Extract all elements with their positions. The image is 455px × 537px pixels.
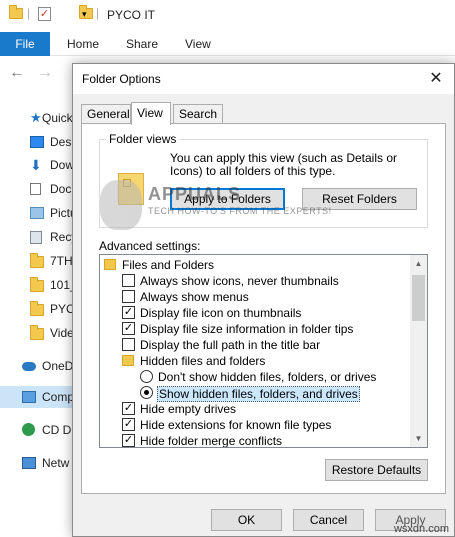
advanced-settings-list[interactable]: Files and Folders Always show icons, nev… bbox=[99, 254, 428, 448]
radio-button-selected[interactable] bbox=[140, 386, 153, 399]
folder-options-dialog: Folder Options ✕ General View Search Fol… bbox=[72, 63, 455, 537]
nav-item-folder-7th[interactable]: 7TH bbox=[0, 250, 80, 272]
cd-drive-icon bbox=[22, 423, 35, 436]
folder-views-group: Folder views You can apply this view (su… bbox=[99, 132, 428, 228]
nav-item-desktop[interactable]: Desk bbox=[0, 131, 80, 153]
nav-item-folder-pyco[interactable]: PYCO bbox=[0, 298, 80, 320]
view-tab-panel: Folder views You can apply this view (su… bbox=[81, 123, 446, 494]
close-icon[interactable]: ✕ bbox=[424, 67, 448, 91]
window-title: PYCO IT bbox=[107, 8, 156, 22]
nav-item-pictures[interactable]: Pictu bbox=[0, 202, 80, 224]
nav-item-documents[interactable]: Doc bbox=[0, 178, 80, 200]
document-icon bbox=[30, 183, 41, 195]
network-icon bbox=[22, 457, 36, 469]
ribbon-tab-share[interactable]: Share bbox=[126, 32, 158, 56]
apply-to-folders-button[interactable]: Apply to Folders bbox=[170, 188, 285, 210]
checkbox[interactable] bbox=[122, 290, 135, 303]
advanced-settings-label: Advanced settings: bbox=[99, 239, 201, 253]
checkbox-checked[interactable]: ✓ bbox=[122, 322, 135, 335]
computer-icon bbox=[22, 391, 36, 403]
navigation-pane: ★ Quick Desk ⬇ Dow Doc Pictu Recy 7TH 10… bbox=[0, 90, 80, 537]
folder-icon bbox=[122, 355, 134, 366]
nav-item-onedrive[interactable]: OneD bbox=[0, 355, 80, 377]
folder-icon bbox=[30, 277, 44, 292]
quick-access-dropdown-icon[interactable]: ▾ bbox=[82, 9, 87, 20]
checkbox[interactable] bbox=[122, 274, 135, 287]
vertical-scrollbar[interactable]: ▲ ▼ bbox=[410, 255, 427, 447]
onedrive-cloud-icon bbox=[22, 362, 36, 371]
folder-icon bbox=[30, 253, 44, 268]
nav-item-recycle-bin[interactable]: Recy bbox=[0, 226, 80, 248]
folder-icon bbox=[30, 301, 44, 316]
properties-check-icon[interactable]: ✓ bbox=[38, 7, 51, 21]
radio-button[interactable] bbox=[140, 370, 153, 383]
recycle-bin-icon bbox=[30, 231, 42, 244]
folder-views-label: Folder views bbox=[106, 132, 180, 146]
cancel-button[interactable]: Cancel bbox=[293, 509, 364, 531]
checkbox-checked[interactable]: ✓ bbox=[122, 434, 135, 447]
ribbon-tab-home[interactable]: Home bbox=[67, 32, 99, 56]
back-arrow-icon[interactable]: ← bbox=[9, 64, 25, 82]
scrollbar-thumb[interactable] bbox=[412, 275, 425, 321]
ok-button[interactable]: OK bbox=[211, 509, 282, 531]
restore-defaults-button[interactable]: Restore Defaults bbox=[325, 459, 428, 481]
nav-item-computer[interactable]: Comp bbox=[0, 386, 80, 408]
dialog-title: Folder Options bbox=[82, 72, 161, 86]
nav-item-cd-drive[interactable]: CD Dr bbox=[0, 419, 80, 441]
checkbox-checked[interactable]: ✓ bbox=[122, 418, 135, 431]
ribbon-tabs: File Home Share View bbox=[0, 32, 455, 56]
folder-icon bbox=[30, 325, 44, 340]
scroll-up-arrow-icon[interactable]: ▲ bbox=[410, 255, 427, 272]
nav-item-quick-access[interactable]: ★ Quick bbox=[0, 107, 80, 129]
ribbon-tab-file[interactable]: File bbox=[0, 32, 50, 56]
separator: | bbox=[96, 6, 100, 20]
desktop-icon bbox=[30, 136, 44, 148]
nav-item-folder-101[interactable]: 101_ bbox=[0, 274, 80, 296]
separator: | bbox=[27, 6, 31, 20]
folder-view-icon bbox=[118, 173, 144, 205]
ribbon-tab-view[interactable]: View bbox=[185, 32, 211, 56]
tab-search[interactable]: Search bbox=[173, 104, 223, 124]
tab-view[interactable]: View bbox=[131, 102, 171, 125]
checkbox-checked[interactable]: ✓ bbox=[122, 306, 135, 319]
explorer-titlebar: | ✓ ▾ | PYCO IT bbox=[0, 0, 455, 32]
tab-general[interactable]: General bbox=[81, 104, 131, 124]
scroll-down-arrow-icon[interactable]: ▼ bbox=[410, 430, 427, 447]
folder-icon bbox=[104, 259, 116, 270]
pictures-icon bbox=[30, 207, 44, 219]
reset-folders-button[interactable]: Reset Folders bbox=[302, 188, 417, 210]
forward-arrow-icon[interactable]: → bbox=[37, 64, 53, 82]
checkbox-checked[interactable]: ✓ bbox=[122, 402, 135, 415]
folder-views-description: You can apply this view (such as Details… bbox=[170, 151, 398, 178]
source-credit: wsxdn.com bbox=[393, 523, 449, 535]
nav-item-network[interactable]: Netw bbox=[0, 452, 80, 474]
nav-item-downloads[interactable]: ⬇ Dow bbox=[0, 154, 80, 176]
download-arrow-icon: ⬇ bbox=[30, 157, 42, 173]
nav-item-folder-videos[interactable]: Vide bbox=[0, 322, 80, 344]
folder-icon[interactable] bbox=[9, 5, 23, 19]
checkbox[interactable] bbox=[122, 338, 135, 351]
dialog-titlebar: Folder Options ✕ bbox=[73, 64, 454, 94]
